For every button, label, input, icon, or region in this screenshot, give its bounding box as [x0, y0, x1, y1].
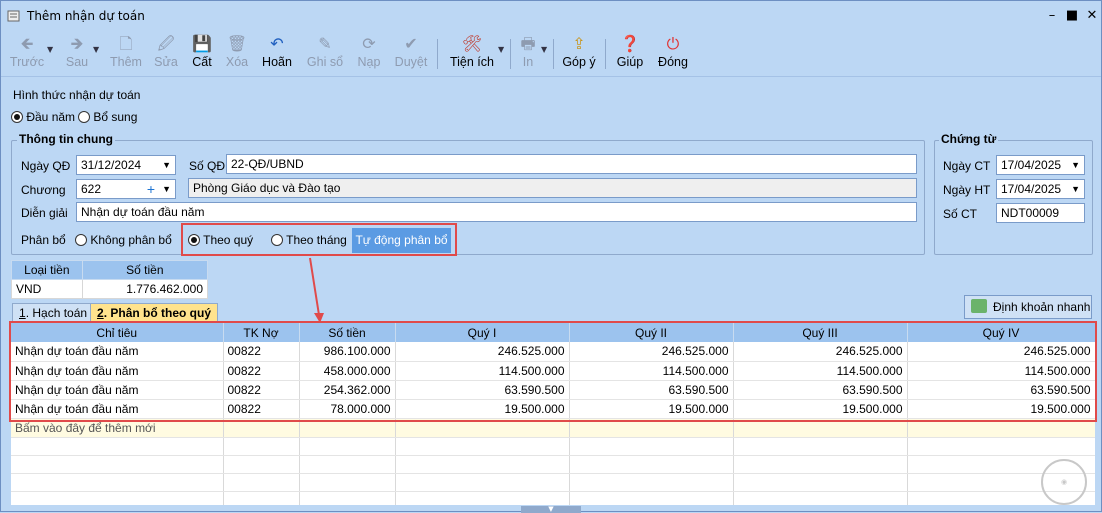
list-item	[11, 473, 1095, 492]
list-item	[11, 491, 1095, 505]
list-item	[11, 455, 1095, 474]
main-window: Thêm nhận dự toán – ■ ✕ 🡸 Trước ▼ 🡺 Sau ▼ …	[0, 0, 1102, 513]
highlight-box-grid	[9, 321, 1097, 422]
watermark-stamp-icon: ◉	[1041, 459, 1087, 505]
list-item	[11, 437, 1095, 456]
